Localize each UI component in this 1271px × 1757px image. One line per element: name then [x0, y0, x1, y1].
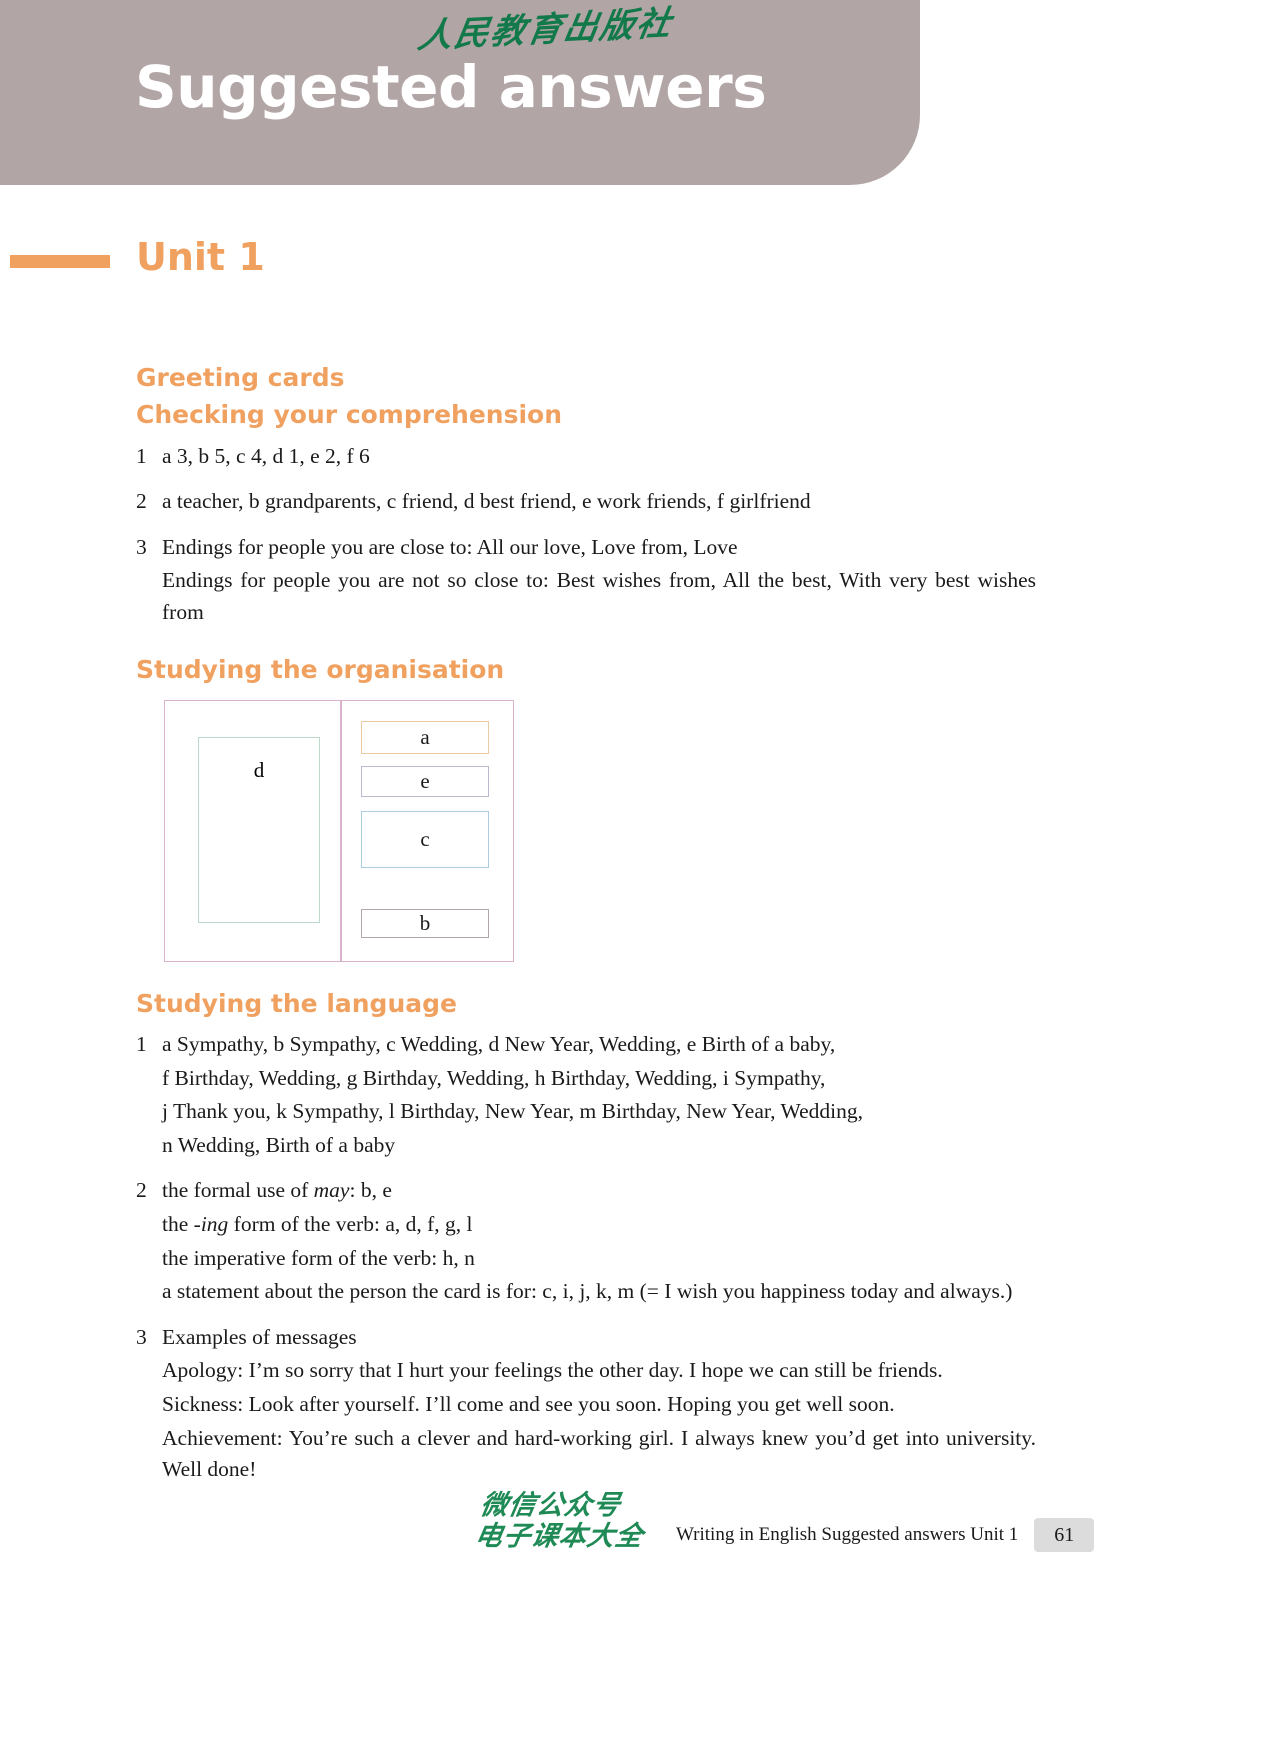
footer-watermark: 微信公众号 电子课本大全 [473, 1490, 652, 1552]
heading-checking-comprehension: Checking your comprehension [136, 400, 563, 430]
list-line: Sickness: Look after yourself. I’ll come… [162, 1391, 895, 1416]
heading-greeting-cards: Greeting cards [136, 363, 345, 392]
list-line: n Wedding, Birth of a baby [162, 1132, 396, 1157]
footer-bar: Writing in English Suggested answers Uni… [676, 1518, 1095, 1552]
line-pre: the formal use of [162, 1178, 314, 1203]
comprehension-list: 1 a 3, b 5, c 4, d 1, e 2, f 6 2 a teach… [136, 441, 1036, 629]
list-body: Endings for people you are close to: All… [162, 532, 1036, 629]
list-line: Examples of messages [162, 1324, 357, 1349]
page-title: Suggested answers [135, 53, 767, 121]
heading-studying-organisation: Studying the organisation [136, 655, 505, 685]
list-body: the formal use of may: b, e the -ing for… [162, 1175, 1036, 1307]
list-line: Endings for people you are close to: All… [162, 534, 738, 559]
list-marker: 1 [136, 443, 147, 468]
card-label-d: d [253, 757, 265, 782]
list-body: Examples of messages Apology: I’m so sor… [162, 1322, 1036, 1486]
list-line: a teacher, b grandparents, c friend, d b… [162, 489, 811, 514]
list-line: the formal use of may: b, e [162, 1175, 1036, 1207]
list-item: 3 Endings for people you are close to: A… [136, 532, 1036, 629]
card-label-c: c [420, 826, 430, 851]
heading-studying-language: Studying the language [136, 988, 457, 1018]
card-label-e: e [420, 768, 430, 793]
list-body: a 3, b 5, c 4, d 1, e 2, f 6 [162, 441, 1036, 473]
list-marker: 2 [136, 489, 147, 514]
unit-accent-rule [10, 255, 110, 268]
list-item: 1 a Sympathy, b Sympathy, c Wedding, d N… [136, 1029, 1036, 1161]
card-left-panel: d [198, 736, 320, 923]
greeting-card-diagram: d a e c b [164, 699, 514, 962]
card-label-a: a [420, 724, 430, 749]
list-item: 1 a 3, b 5, c 4, d 1, e 2, f 6 [136, 441, 1036, 473]
list-line: f Birthday, Wedding, g Birthday, Wedding… [162, 1065, 826, 1090]
emphasised-term: -ing [193, 1211, 229, 1236]
list-line: a statement about the person the card is… [162, 1279, 1013, 1304]
list-line: j Thank you, k Sympathy, l Birthday, New… [162, 1099, 864, 1124]
card-slot-c: c [361, 810, 489, 868]
list-item: 2 the formal use of may: b, e the -ing f… [136, 1175, 1036, 1307]
list-line: Apology: I’m so sorry that I hurt your f… [162, 1358, 943, 1383]
list-line: Achievement: You’re such a clever and ha… [162, 1425, 1036, 1482]
footer-watermark-line2: 电子课本大全 [472, 1521, 646, 1553]
page-content: Greeting cards Checking your comprehensi… [136, 362, 1036, 1500]
unit-title: Unit 1 [136, 235, 265, 279]
list-marker: 2 [136, 1178, 147, 1203]
footer-watermark-line1: 微信公众号 [478, 1490, 624, 1521]
list-marker: 3 [136, 534, 147, 559]
list-line: a 3, b 5, c 4, d 1, e 2, f 6 [162, 443, 370, 468]
line-post: : b, e [349, 1178, 392, 1203]
language-list: 1 a Sympathy, b Sympathy, c Wedding, d N… [136, 1029, 1036, 1486]
card-slot-a: a [361, 720, 489, 754]
footer-caption: Writing in English Suggested answers Uni… [676, 1524, 1019, 1545]
card-label-b: b [419, 910, 431, 935]
list-line: Endings for people you are not so close … [162, 568, 1036, 624]
list-marker: 3 [136, 1324, 147, 1349]
list-line: a Sympathy, b Sympathy, c Wedding, d New… [162, 1031, 836, 1056]
card-fold-line [340, 700, 342, 961]
line-pre: the [162, 1211, 194, 1236]
card-slot-b: b [361, 908, 489, 938]
card-slot-e: e [361, 765, 489, 797]
list-item: 3 Examples of messages Apology: I’m so s… [136, 1322, 1036, 1486]
list-line: the imperative form of the verb: h, n [162, 1245, 475, 1270]
emphasised-term: may [313, 1178, 350, 1203]
line-post: form of the verb: a, d, f, g, l [228, 1211, 473, 1236]
page-number-badge: 61 [1034, 1518, 1095, 1552]
list-line: the -ing form of the verb: a, d, f, g, l [162, 1209, 1036, 1241]
list-item: 2 a teacher, b grandparents, c friend, d… [136, 486, 1036, 518]
list-marker: 1 [136, 1031, 147, 1056]
list-body: a teacher, b grandparents, c friend, d b… [162, 486, 1036, 518]
list-body: a Sympathy, b Sympathy, c Wedding, d New… [162, 1029, 1036, 1161]
